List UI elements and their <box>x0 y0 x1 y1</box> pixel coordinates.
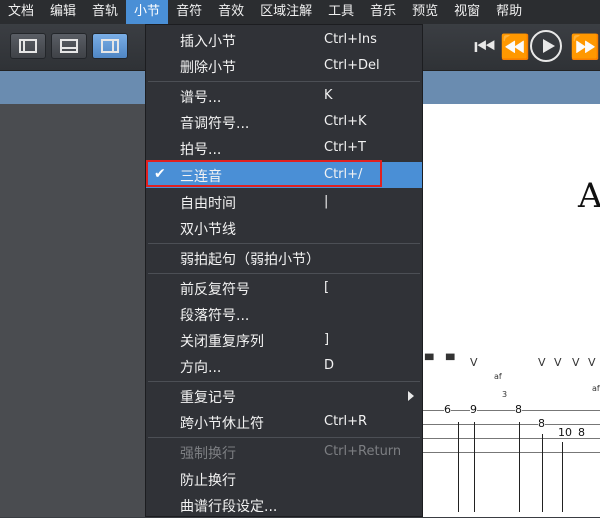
articulation-mark: V <box>572 356 580 369</box>
tab-number: 10 <box>558 426 572 439</box>
menu-item-triplet[interactable]: ✔ 三连音 Ctrl+/ <box>146 162 422 188</box>
tab-number: 6 <box>444 403 451 416</box>
menu-item-force-break: 强制换行 Ctrl+Return <box>180 444 402 462</box>
tab-line <box>422 438 600 439</box>
menu-item-free-time[interactable]: 自由时间 | <box>146 189 422 215</box>
layout-bottom-icon <box>60 39 78 53</box>
menu-item-anacrusis[interactable]: 弱拍起句（弱拍小节） <box>146 245 422 271</box>
layout-right-icon <box>101 39 119 53</box>
menu-item-section-mark[interactable]: 段落符号... <box>146 301 422 327</box>
menu-track[interactable]: 音轨 <box>84 0 126 24</box>
menu-item-repeat-open[interactable]: 前反复符号 [ <box>146 275 422 301</box>
rest-mark: ▀ <box>425 354 434 367</box>
menu-preview[interactable]: 预览 <box>404 0 446 24</box>
note-stem <box>474 422 475 512</box>
menu-item-repeat-signs[interactable]: 重复记号 <box>146 383 422 409</box>
tab-number: 8 <box>515 403 522 416</box>
note-stem <box>562 442 563 512</box>
rewind-icon[interactable]: ⏪ <box>500 32 530 62</box>
menu-item-delete-bar[interactable]: 删除小节 Ctrl+Del <box>146 53 422 79</box>
menu-item-direction[interactable]: 方向... D <box>146 353 422 379</box>
play-icon[interactable] <box>530 30 562 62</box>
articulation-mark: V <box>538 356 546 369</box>
score-title-letter: A <box>578 176 600 216</box>
tab-line <box>422 452 600 453</box>
note-stem <box>542 434 543 512</box>
menu-separator <box>148 243 420 244</box>
menu-window[interactable]: 视窗 <box>446 0 488 24</box>
articulation-mark: V <box>470 356 478 369</box>
layout-left-button[interactable] <box>10 33 46 59</box>
menu-file[interactable]: 文档 <box>0 0 42 24</box>
layout-left-icon <box>19 39 37 53</box>
articulation-mark: V <box>554 356 562 369</box>
submenu-arrow-icon <box>408 391 414 401</box>
measure-menu-dropdown: 插入小节 Ctrl+Ins 删除小节 Ctrl+Del 谱号... K 音调符号… <box>145 24 423 517</box>
menu-help[interactable]: 帮助 <box>488 0 530 24</box>
menu-item-time-signature[interactable]: 拍号... Ctrl+T <box>146 135 422 161</box>
menu-item-multibar-rest[interactable]: 跨小节休止符 Ctrl+R <box>146 409 422 435</box>
menu-item-key-signature[interactable]: 音调符号... Ctrl+K <box>146 109 422 135</box>
score-page: A ▀ ▀ V V V V V af af 3 6 9 8 8 10 8 <box>422 104 600 517</box>
menu-tools[interactable]: 工具 <box>320 0 362 24</box>
menu-item-repeat-close[interactable]: 关闭重复序列 ] <box>146 327 422 353</box>
menu-item-insert-bar[interactable]: 插入小节 Ctrl+Ins <box>146 27 422 53</box>
tab-number: 8 <box>578 426 585 439</box>
dynamic-mark: af <box>592 384 600 393</box>
tab-number: 9 <box>470 403 477 416</box>
menu-separator <box>148 381 420 382</box>
menu-item-clef[interactable]: 谱号... K <box>146 83 422 109</box>
tab-line <box>422 424 600 425</box>
note-stem <box>519 422 520 512</box>
menu-bar-measure[interactable]: 小节 <box>126 0 169 24</box>
rest-mark: ▀ <box>446 354 455 367</box>
left-panel <box>0 104 145 517</box>
fast-forward-icon[interactable]: ⏩ <box>570 32 600 62</box>
menu-item-prevent-break[interactable]: 防止换行 <box>146 466 422 492</box>
dynamic-mark: af <box>494 372 502 381</box>
tab-number: 8 <box>538 417 545 430</box>
skip-start-icon[interactable]: ⏮ <box>474 32 496 62</box>
menu-separator <box>148 81 420 82</box>
menu-note[interactable]: 音符 <box>168 0 210 24</box>
articulation-mark: V <box>588 356 596 369</box>
menu-item-system-settings[interactable]: 曲谱行段设定... <box>146 492 422 518</box>
menu-separator <box>148 437 420 438</box>
menu-bar: 文档 编辑 音轨 小节 音符 音效 区域注解 工具 音乐 预览 视窗 帮助 <box>0 0 600 24</box>
note-stem <box>458 422 459 512</box>
layout-right-button[interactable] <box>92 33 128 59</box>
tuplet-mark: 3 <box>502 390 508 399</box>
menu-music[interactable]: 音乐 <box>362 0 404 24</box>
menu-section-annotation[interactable]: 区域注解 <box>252 0 320 24</box>
checkmark-icon: ✔ <box>154 166 166 182</box>
menu-item-double-bar[interactable]: 双小节线 <box>146 215 422 241</box>
layout-bottom-button[interactable] <box>51 33 87 59</box>
menu-edit[interactable]: 编辑 <box>42 0 84 24</box>
menu-separator <box>148 273 420 274</box>
menu-effects[interactable]: 音效 <box>210 0 252 24</box>
